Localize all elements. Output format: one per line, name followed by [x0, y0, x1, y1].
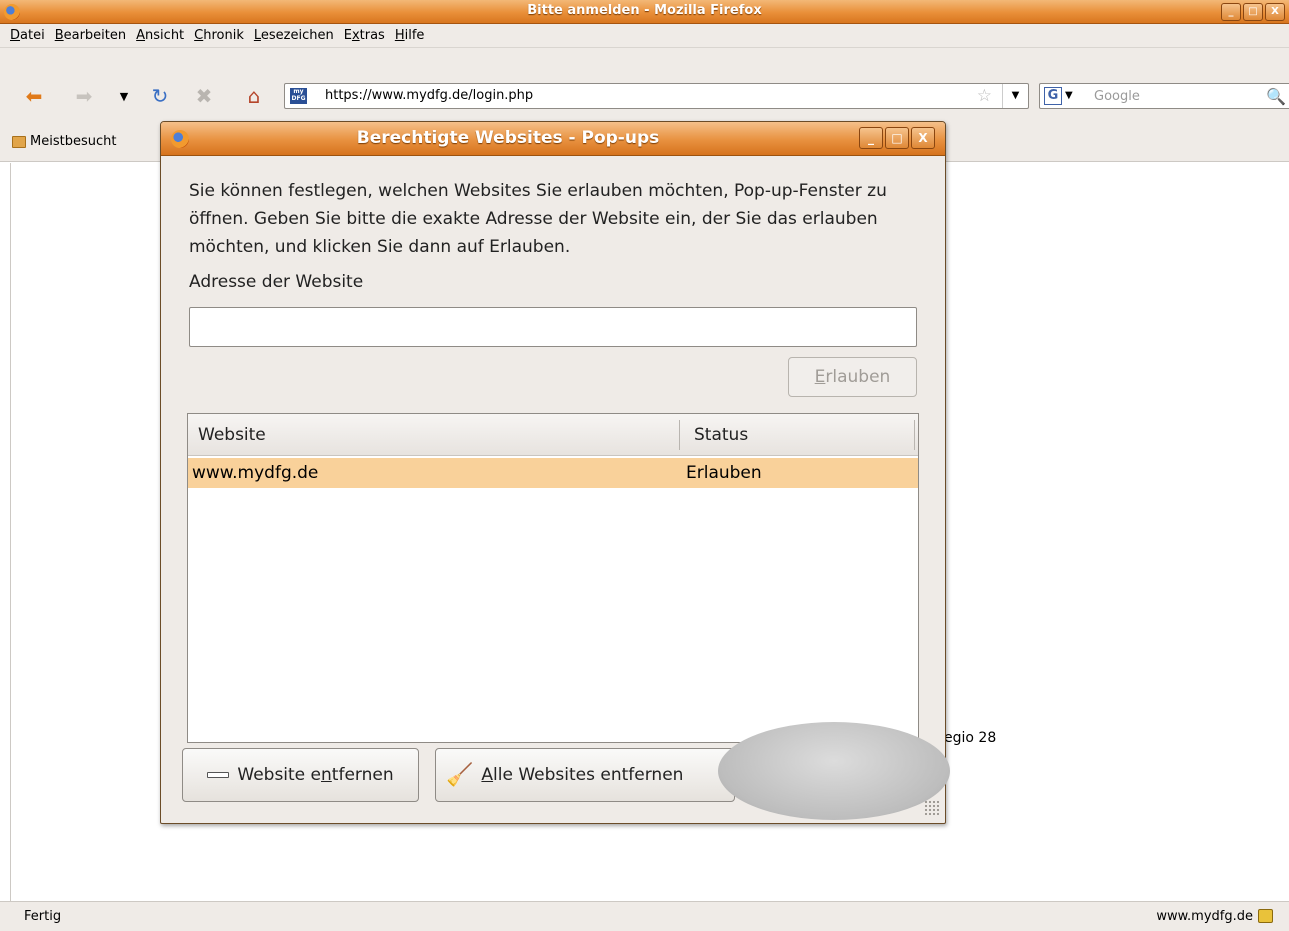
- folder-icon: [12, 135, 26, 148]
- broom-icon: 🧹: [446, 762, 474, 788]
- remove-website-button[interactable]: Website entfernen: [182, 748, 419, 802]
- column-header-website[interactable]: Website: [198, 414, 266, 456]
- url-text[interactable]: https://www.mydfg.de/login.php: [325, 88, 533, 103]
- menu-ansicht[interactable]: Ansicht: [131, 28, 189, 43]
- dialog-titlebar: Berechtigte Websites - Pop-ups _ □ X: [161, 122, 945, 156]
- menubar: Datei Bearbeiten Ansicht Chronik Lesezei…: [0, 24, 1289, 48]
- statusbar: Fertig www.mydfg.de: [0, 901, 1289, 931]
- dialog-title: Berechtigte Websites - Pop-ups: [356, 128, 660, 148]
- menu-hilfe[interactable]: Hilfe: [390, 28, 430, 43]
- remove-all-websites-button[interactable]: 🧹 Alle Websites entfernen: [435, 748, 735, 802]
- redaction-blur: [718, 722, 950, 820]
- url-bar[interactable]: my DFG https://www.mydfg.de/login.php ☆ …: [284, 83, 1029, 109]
- website-list[interactable]: Website Status www.mydfg.de Erlauben: [187, 413, 919, 743]
- history-dropdown-icon[interactable]: ▼: [112, 84, 136, 108]
- search-input[interactable]: Google: [1094, 89, 1140, 104]
- search-bar[interactable]: G ▼ Google 🔍: [1039, 83, 1289, 109]
- list-header: Website Status: [188, 414, 918, 456]
- site-favicon: my DFG: [290, 88, 307, 104]
- bookmark-star-icon[interactable]: ☆: [977, 86, 992, 106]
- back-arrow-icon[interactable]: ⬅: [22, 84, 46, 108]
- bookmark-meistbesucht[interactable]: Meistbesucht: [12, 134, 116, 149]
- reload-icon[interactable]: ↻: [148, 84, 172, 108]
- google-engine-icon[interactable]: G: [1044, 87, 1062, 105]
- column-separator[interactable]: [679, 420, 680, 450]
- website-address-input[interactable]: [189, 307, 917, 347]
- page-partial-text: egio 28: [944, 730, 997, 746]
- minimize-button[interactable]: _: [1221, 3, 1241, 21]
- url-dropdown-icon[interactable]: ▼: [1002, 84, 1028, 108]
- dialog-description: Sie können festlegen, welchen Websites S…: [189, 181, 887, 257]
- stop-icon[interactable]: ✖: [192, 84, 216, 108]
- menu-extras[interactable]: Extras: [339, 28, 390, 43]
- bookmark-label: Meistbesucht: [30, 134, 117, 149]
- row-website: www.mydfg.de: [192, 463, 319, 483]
- popup-permissions-dialog: Berechtigte Websites - Pop-ups _ □ X Sie…: [160, 121, 946, 824]
- resize-grip[interactable]: [924, 800, 940, 816]
- window-controls: _ □ X: [1221, 3, 1285, 21]
- maximize-button[interactable]: □: [1243, 3, 1263, 21]
- status-text: Fertig: [24, 909, 62, 924]
- dialog-minimize-button[interactable]: _: [859, 127, 883, 149]
- search-icon[interactable]: 🔍: [1266, 87, 1286, 106]
- minus-icon: [207, 772, 230, 778]
- list-item[interactable]: www.mydfg.de Erlauben: [188, 458, 918, 488]
- window-titlebar: Bitte anmelden - Mozilla Firefox _ □ X: [0, 0, 1289, 24]
- window-title: Bitte anmelden - Mozilla Firefox: [527, 3, 762, 18]
- row-status: Erlauben: [686, 463, 762, 483]
- home-icon[interactable]: ⌂: [242, 84, 266, 108]
- forward-arrow-icon[interactable]: ➡: [72, 84, 96, 108]
- status-domain[interactable]: www.mydfg.de: [1156, 909, 1253, 924]
- menu-datei[interactable]: Datei: [5, 28, 50, 43]
- column-header-status[interactable]: Status: [694, 414, 748, 456]
- dialog-window-controls: _ □ X: [859, 127, 935, 149]
- menu-chronik[interactable]: Chronik: [189, 28, 249, 43]
- address-label: Adresse der Website: [189, 272, 364, 292]
- dialog-maximize-button[interactable]: □: [885, 127, 909, 149]
- search-engine-dropdown-icon[interactable]: ▼: [1065, 90, 1073, 101]
- lock-icon[interactable]: [1258, 909, 1273, 923]
- close-button[interactable]: X: [1265, 3, 1285, 21]
- menu-bearbeiten[interactable]: Bearbeiten: [50, 28, 131, 43]
- menu-lesezeichen[interactable]: Lesezeichen: [249, 28, 339, 43]
- allow-button[interactable]: Erlauben: [788, 357, 917, 397]
- column-separator[interactable]: [914, 420, 915, 450]
- dialog-close-button[interactable]: X: [911, 127, 935, 149]
